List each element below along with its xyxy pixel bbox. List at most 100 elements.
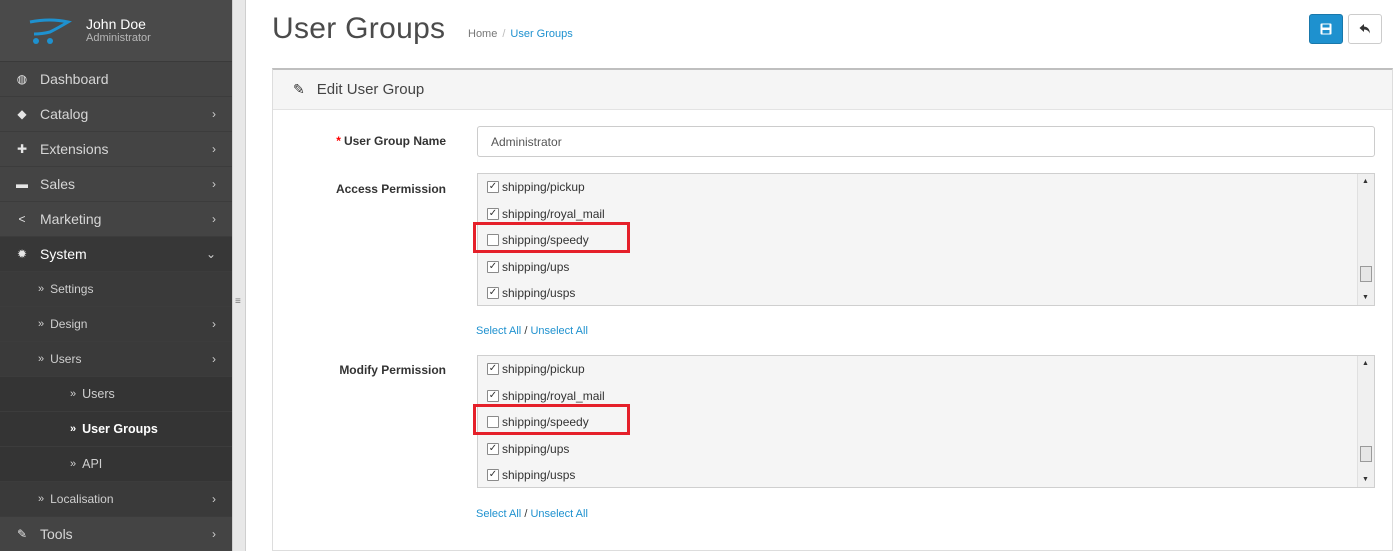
nav-label: Design: [50, 317, 88, 331]
cog-icon: ✹: [16, 247, 28, 261]
list-item[interactable]: ✓ shipping/pickup: [478, 356, 1374, 383]
nav-label: API: [82, 457, 103, 471]
modify-select-links: Select All / Unselect All: [476, 508, 588, 520]
checkbox[interactable]: ✓: [487, 207, 499, 220]
nav-extensions[interactable]: ✚ Extensions ›: [0, 132, 232, 167]
permission-label: shipping/ups: [502, 441, 570, 456]
checkbox[interactable]: ✓: [487, 181, 499, 194]
nav-label: Extensions: [40, 141, 109, 157]
puzzle-icon: ✚: [16, 142, 28, 156]
select-all-link[interactable]: Select All: [476, 508, 521, 520]
required-mark: *: [336, 134, 341, 148]
nav-dashboard[interactable]: ◍ Dashboard: [0, 62, 232, 97]
nav-settings[interactable]: » Settings: [0, 272, 232, 307]
nav-label: Users: [82, 387, 115, 401]
scrollbar[interactable]: ▲ ▼: [1357, 356, 1374, 487]
checkbox[interactable]: ✓: [487, 389, 499, 402]
input-value: Administrator: [491, 134, 562, 149]
back-button[interactable]: [1348, 14, 1382, 44]
double-chevron-icon: »: [70, 388, 77, 400]
nav-label: Localisation: [50, 492, 114, 506]
save-icon: [1320, 23, 1332, 35]
scroll-down-icon[interactable]: ▼: [1362, 294, 1369, 301]
reply-icon: [1359, 24, 1370, 34]
user-role: Administrator: [86, 32, 151, 45]
nav-system[interactable]: ✹ System ⌄: [0, 237, 232, 272]
nav-api[interactable]: » API: [0, 447, 232, 482]
permission-label: shipping/ups: [502, 259, 570, 274]
save-button[interactable]: [1309, 14, 1343, 44]
highlight-box: [473, 222, 630, 253]
checkbox[interactable]: ✓: [487, 287, 499, 300]
nav-sales[interactable]: ▬ Sales ›: [0, 167, 232, 202]
chevron-right-icon: ›: [212, 317, 216, 331]
permission-label: shipping/pickup: [502, 362, 585, 377]
sidebar: John Doe Administrator ◍ Dashboard ◆ Cat…: [0, 0, 232, 551]
share-icon: <: [18, 212, 26, 226]
nav-label: System: [40, 246, 87, 262]
nav-label: Tools: [40, 526, 73, 542]
opencart-logo-icon: [28, 16, 72, 46]
checkbox[interactable]: ✓: [487, 442, 499, 455]
scrollbar[interactable]: ▲ ▼: [1357, 174, 1374, 305]
checkbox[interactable]: ✓: [487, 260, 499, 273]
scroll-thumb[interactable]: [1360, 266, 1372, 282]
unselect-all-link[interactable]: Unselect All: [530, 508, 587, 520]
double-chevron-icon: »: [38, 283, 45, 295]
nav-label: Sales: [40, 176, 76, 192]
double-chevron-icon: »: [70, 423, 77, 435]
user-profile[interactable]: John Doe Administrator: [0, 0, 232, 62]
double-chevron-icon: »: [38, 353, 45, 365]
user-group-name-input[interactable]: Administrator: [477, 126, 1375, 157]
nav-marketing[interactable]: < Marketing ›: [0, 202, 232, 237]
nav-design[interactable]: » Design ›: [0, 307, 232, 342]
scroll-up-icon[interactable]: ▲: [1362, 178, 1369, 185]
double-chevron-icon: »: [38, 493, 45, 505]
scroll-up-icon[interactable]: ▲: [1362, 360, 1369, 367]
double-chevron-icon: »: [38, 318, 45, 330]
nav-label: Marketing: [40, 211, 102, 227]
chevron-right-icon: ›: [212, 142, 216, 156]
nav-localisation[interactable]: » Localisation ›: [0, 482, 232, 517]
scroll-down-icon[interactable]: ▼: [1362, 476, 1369, 483]
list-item[interactable]: ✓ shipping/usps: [478, 280, 1374, 305]
list-item[interactable]: ✓ shipping/ups: [478, 436, 1374, 463]
permission-label: shipping/royal_mail: [502, 388, 605, 403]
checkbox[interactable]: ✓: [487, 469, 499, 482]
user-name: John Doe: [86, 15, 146, 32]
nav-catalog[interactable]: ◆ Catalog ›: [0, 97, 232, 132]
nav-label: Dashboard: [40, 71, 109, 87]
list-item[interactable]: ✓ shipping/ups: [478, 254, 1374, 281]
grip-icon: ≡: [235, 296, 241, 307]
access-permission-label: Access Permission: [335, 182, 446, 196]
chevron-right-icon: ›: [212, 492, 216, 506]
link-separator: /: [524, 325, 528, 337]
list-item[interactable]: ✓ shipping/usps: [478, 462, 1374, 487]
nav-user-groups[interactable]: » User Groups: [0, 412, 232, 447]
select-all-link[interactable]: Select All: [476, 325, 521, 337]
breadcrumb-home[interactable]: Home: [468, 28, 497, 40]
sidebar-splitter[interactable]: ≡: [232, 0, 246, 551]
permission-label: shipping/usps: [502, 286, 576, 301]
chevron-right-icon: ›: [212, 107, 216, 121]
checkbox[interactable]: ✓: [487, 363, 499, 376]
scroll-thumb[interactable]: [1360, 446, 1372, 462]
breadcrumb-current[interactable]: User Groups: [510, 28, 572, 40]
cart-icon: ▬: [16, 177, 28, 191]
nav-tools[interactable]: ✎ Tools ›: [0, 517, 232, 551]
nav-users-users[interactable]: » Users: [0, 377, 232, 412]
nav-users[interactable]: » Users ›: [0, 342, 232, 377]
dashboard-icon: ◍: [16, 72, 28, 86]
tag-icon: ◆: [17, 107, 27, 121]
modify-permission-label: Modify Permission: [339, 363, 446, 377]
edit-panel: ✎ Edit User Group * User Group Name Admin…: [272, 68, 1393, 551]
highlight-box: [473, 404, 630, 435]
list-item[interactable]: ✓ shipping/pickup: [478, 174, 1374, 201]
permission-label: shipping/usps: [502, 468, 576, 483]
double-chevron-icon: »: [70, 458, 77, 470]
panel-title: Edit User Group: [316, 81, 425, 98]
chevron-down-icon: ⌄: [205, 247, 216, 261]
pencil-icon: ✎: [293, 81, 305, 97]
unselect-all-link[interactable]: Unselect All: [530, 325, 587, 337]
chevron-right-icon: ›: [212, 352, 216, 366]
